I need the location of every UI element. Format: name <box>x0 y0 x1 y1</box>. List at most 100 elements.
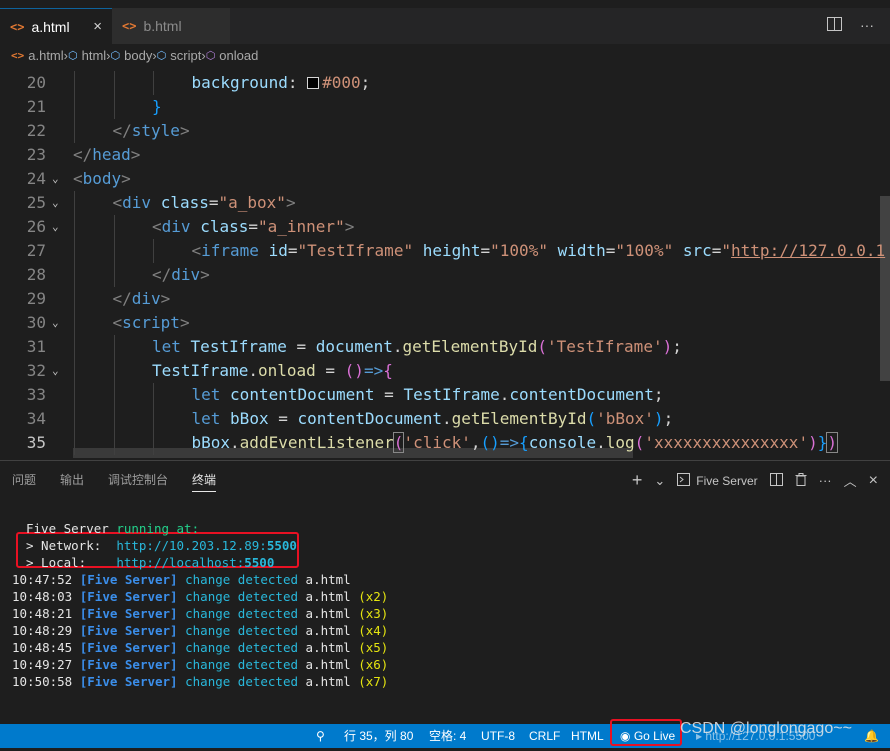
code-token: < <box>112 313 123 332</box>
line-ending[interactable]: CRLF <box>529 724 560 748</box>
code-line[interactable]: 35 bBox.addEventListener('click',()=>{con… <box>0 431 890 455</box>
code-text: </head> <box>73 143 140 167</box>
code-token: http://127.0.0.1 <box>731 241 886 260</box>
indent-guide <box>113 95 115 119</box>
code-text: TestIframe.onload = ()=>{ <box>152 359 393 383</box>
breadcrumb-label: onload <box>219 47 259 63</box>
close-panel-icon[interactable]: × <box>869 472 878 490</box>
indent-guide <box>153 407 154 431</box>
indent-guide <box>113 431 115 455</box>
terminal-name: Five Server <box>696 473 758 488</box>
more-actions-icon[interactable]: ··· <box>860 17 874 34</box>
breadcrumb-file[interactable]: <> a.html <box>11 48 64 63</box>
code-token: bBox <box>191 433 231 452</box>
code-token: div <box>122 193 152 212</box>
code-token: { <box>519 433 529 452</box>
code-line[interactable]: 25 ⌄ <div class="a_box"> <box>0 191 890 215</box>
code-line[interactable]: 24 ⌄ <body> <box>0 167 890 191</box>
tab-a-html[interactable]: <> a.html × <box>0 8 112 44</box>
line-number: 25 <box>26 193 46 212</box>
tab-b-html[interactable]: <> b.html <box>112 8 230 44</box>
notifications-icon[interactable]: 🔔 <box>864 724 879 748</box>
new-terminal-icon[interactable]: + <box>632 470 643 491</box>
log-msg: change detected <box>185 572 299 587</box>
chevron-down-icon[interactable]: ⌄ <box>654 473 665 489</box>
encoding[interactable]: UTF-8 <box>481 724 515 748</box>
indent-guide <box>113 71 115 95</box>
log-msg: change detected <box>185 606 299 621</box>
terminal-selector[interactable]: Five Server <box>677 472 758 489</box>
indent-guide <box>113 383 115 407</box>
indentation[interactable]: 空格: 4 <box>429 724 466 748</box>
line-number: 28 <box>26 265 46 284</box>
code-token: </ <box>152 265 172 284</box>
code-token: = <box>286 337 316 356</box>
code-line[interactable]: 34 let bBox = contentDocument.getElementB… <box>0 407 890 431</box>
tab-output[interactable]: 输出 <box>60 461 84 499</box>
terminal-text: 5500 <box>266 538 297 553</box>
tab-debug-console[interactable]: 调试控制台 <box>108 461 168 499</box>
fold-chevron-icon[interactable]: ⌄ <box>52 359 59 383</box>
code-token: = <box>711 241 722 260</box>
breadcrumb-script[interactable]: ⬡ script <box>157 48 202 63</box>
code-editor[interactable]: 20 background: #000; 21} 22 </style> 23 </head… <box>0 66 890 460</box>
language-mode[interactable]: HTML <box>571 724 604 748</box>
breadcrumb-onload[interactable]: ⬡ onload <box>206 48 259 63</box>
code-token: class <box>200 217 249 236</box>
log-file: a.html <box>305 589 351 604</box>
terminal-output[interactable]: Five Server running at: > Network: http:/… <box>0 499 890 725</box>
breadcrumb-body[interactable]: ⬡ body <box>111 48 153 63</box>
code-line[interactable]: 20 background: #000; <box>0 71 890 95</box>
code-token: 'bBox' <box>596 409 654 428</box>
code-line[interactable]: 30 ⌄ <script> <box>0 311 890 335</box>
code-token: contentDocument <box>230 385 375 404</box>
code-token: = <box>248 217 258 236</box>
indent-guide <box>113 215 115 239</box>
code-token: { <box>383 361 393 380</box>
editor-tab-bar: <> a.html × <> b.html ··· <box>0 0 890 44</box>
fold-chevron-icon[interactable]: ⌄ <box>52 215 59 239</box>
code-line[interactable]: 32 ⌄ TestIframe.onload = ()=>{ <box>0 359 890 383</box>
code-token: = <box>480 241 491 260</box>
trash-icon[interactable] <box>795 472 807 489</box>
more-actions-icon[interactable]: ··· <box>819 473 832 488</box>
indent-guide <box>153 71 154 95</box>
code-token: div <box>171 265 201 284</box>
breadcrumb-html[interactable]: ⬡ html <box>68 48 106 63</box>
code-line[interactable]: 28 </div> <box>0 263 890 287</box>
tab-terminal[interactable]: 终端 <box>192 461 217 499</box>
code-token: > <box>179 121 190 140</box>
code-line[interactable]: 22 </style> <box>0 119 890 143</box>
code-token: div <box>131 289 161 308</box>
split-terminal-icon[interactable] <box>769 472 783 489</box>
code-token: . <box>596 433 606 452</box>
code-line[interactable]: 29 </div> <box>0 287 890 311</box>
cursor-position[interactable]: 行 35，列 80 <box>344 724 413 748</box>
tab-problems[interactable]: 问题 <box>12 461 36 499</box>
code-token: > <box>121 169 131 188</box>
fold-chevron-icon[interactable]: ⌄ <box>52 191 59 215</box>
code-line[interactable]: 33 let contentDocument = TestIframe.conte… <box>0 383 890 407</box>
log-line: 10:48:29 [Five Server] change detected a… <box>12 622 388 639</box>
terminal-header-line: Five Server running at: <box>26 520 199 537</box>
code-line[interactable]: 26 ⌄ <div class="a_inner"> <box>0 215 890 239</box>
split-editor-icon[interactable] <box>827 17 842 34</box>
code-line[interactable]: 31 let TestIframe = document.getElementBy… <box>0 335 890 359</box>
code-line[interactable]: 23 </head> <box>0 143 890 167</box>
log-time: 10:48:03 <box>12 589 73 604</box>
code-line[interactable]: 27 <iframe id="TestIframe" height="100%" … <box>0 239 890 263</box>
fold-chevron-icon[interactable]: ⌄ <box>52 167 59 191</box>
breadcrumb: <> a.html › ⬡ html › ⬡ body › ⬡ script › ⬡ on… <box>0 44 890 66</box>
code-token: console <box>528 433 597 452</box>
code-token: "TestIframe" <box>297 241 414 260</box>
location-icon[interactable]: ⚲ <box>316 724 325 748</box>
code-line[interactable]: 21} <box>0 95 890 119</box>
maximize-panel-icon[interactable]: ︿ <box>844 471 857 490</box>
code-token: #000 <box>322 73 361 92</box>
close-icon[interactable]: × <box>93 18 102 35</box>
indent-guide <box>74 239 75 263</box>
code-token: , <box>470 433 481 452</box>
fold-chevron-icon[interactable]: ⌄ <box>52 311 59 335</box>
